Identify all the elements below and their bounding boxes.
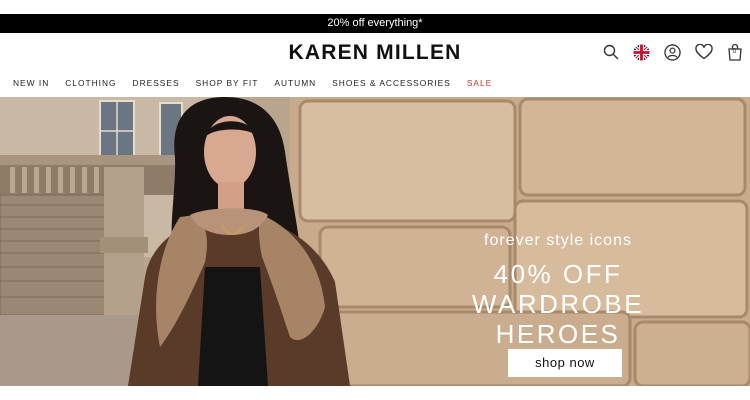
hero-text: forever style icons 40% OFF WARDROBE HER… (408, 229, 708, 349)
hero-headline: 40% OFF WARDROBE HEROES (408, 259, 708, 349)
bag-count: 0 (732, 48, 737, 55)
bag-icon[interactable]: 0 (719, 41, 750, 63)
account-icon[interactable] (657, 41, 688, 63)
wishlist-heart-icon[interactable] (688, 41, 719, 63)
nav-item-clothing[interactable]: CLOTHING (65, 74, 116, 94)
nav-item-sale[interactable]: SALE (467, 74, 492, 94)
nav-item-shoes-accessories[interactable]: SHOES & ACCESSORIES (332, 74, 451, 94)
nav-item-shop-by-fit[interactable]: SHOP BY FIT (196, 74, 259, 94)
nav-item-dresses[interactable]: DRESSES (133, 74, 180, 94)
shop-now-button[interactable]: shop now (508, 349, 622, 377)
site-header: KAREN MILLEN 0 (0, 33, 750, 73)
promo-text: 20% off everything* (327, 17, 423, 29)
nav-item-autumn[interactable]: AUTUMN (274, 74, 316, 94)
hero-headline-line2: WARDROBE HEROES (471, 289, 645, 349)
hero-banner[interactable]: forever style icons 40% OFF WARDROBE HER… (0, 97, 750, 386)
main-nav: NEW IN CLOTHING DRESSES SHOP BY FIT AUTU… (0, 74, 750, 94)
search-icon[interactable] (595, 41, 626, 63)
uk-flag-icon[interactable] (626, 41, 657, 63)
nav-item-new-in[interactable]: NEW IN (13, 74, 49, 94)
promo-bar[interactable]: 20% off everything* (0, 14, 750, 33)
hero-headline-line1: 40% OFF (493, 259, 623, 289)
hero-kicker: forever style icons (484, 232, 632, 249)
header-icons: 0 (595, 41, 750, 63)
